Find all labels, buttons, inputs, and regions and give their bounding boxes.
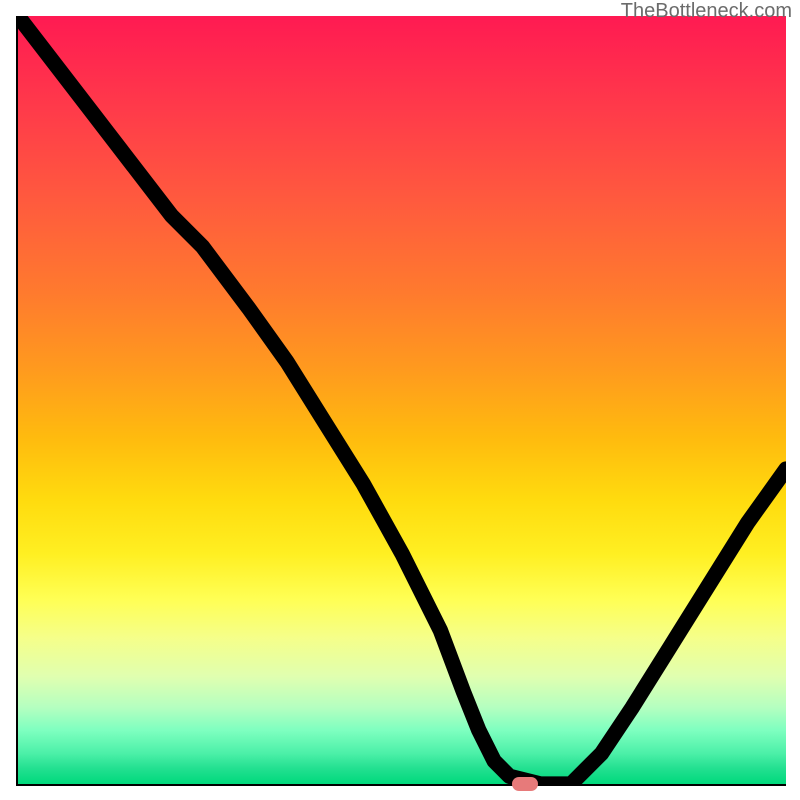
chart-plot-area (16, 16, 786, 786)
bottleneck-curve-svg (18, 16, 786, 784)
bottleneck-chart: TheBottleneck.com (0, 0, 800, 800)
watermark-label: TheBottleneck.com (621, 0, 792, 23)
bottleneck-curve-path (18, 16, 786, 784)
optimal-point-marker (512, 777, 538, 791)
